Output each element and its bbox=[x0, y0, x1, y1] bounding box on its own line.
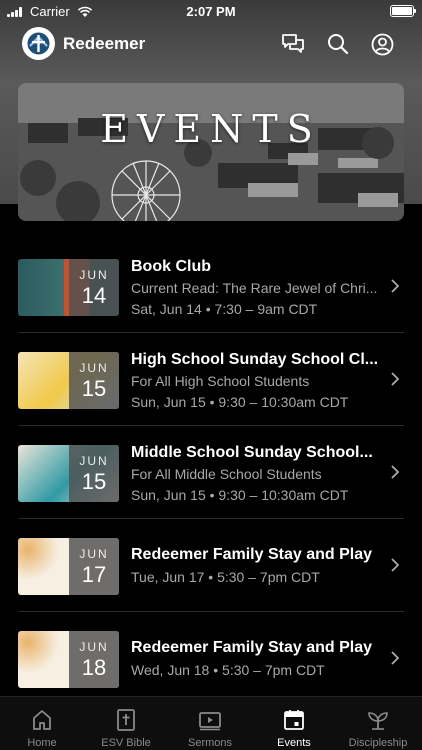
bible-icon bbox=[117, 709, 135, 731]
tab-sermons[interactable]: Sermons bbox=[168, 697, 252, 750]
date-month: JUN bbox=[79, 361, 109, 375]
event-thumbnail: JUN 15 bbox=[18, 352, 119, 409]
tab-bar: Home ESV Bible Sermons Events Disciplesh… bbox=[0, 696, 422, 750]
chevron-right-icon bbox=[391, 372, 400, 386]
date-badge: JUN 17 bbox=[69, 538, 119, 595]
event-subtitle: For All High School Students bbox=[131, 373, 310, 389]
chevron-right-icon bbox=[391, 279, 400, 293]
status-bar: Carrier 2:07 PM bbox=[0, 0, 422, 22]
date-month: JUN bbox=[79, 640, 109, 654]
event-row[interactable]: JUN 17 Redeemer Family Stay and Play Tue… bbox=[0, 519, 422, 612]
date-day: 14 bbox=[81, 283, 107, 308]
calendar-icon bbox=[284, 710, 304, 730]
event-thumbnail: JUN 14 bbox=[18, 259, 119, 316]
event-time: Wed, Jun 18 • 5:30 – 7pm CDT bbox=[131, 662, 325, 678]
event-time: Sun, Jun 15 • 9:30 – 10:30am CDT bbox=[131, 487, 349, 503]
date-month: JUN bbox=[79, 547, 109, 561]
event-thumbnail: JUN 17 bbox=[18, 538, 119, 595]
event-title: Middle School Sunday School... bbox=[131, 444, 373, 461]
date-badge: JUN 15 bbox=[69, 445, 119, 502]
status-time: 2:07 PM bbox=[186, 4, 236, 19]
date-month: JUN bbox=[79, 268, 109, 282]
search-icon[interactable] bbox=[325, 31, 351, 57]
date-badge: JUN 14 bbox=[69, 259, 119, 316]
date-day: 18 bbox=[81, 655, 107, 680]
sprout-icon bbox=[368, 712, 388, 730]
fair-photo bbox=[18, 83, 404, 221]
event-time: Sat, Jun 14 • 7:30 – 9am CDT bbox=[131, 301, 318, 317]
event-title: Redeemer Family Stay and Play bbox=[131, 546, 372, 563]
church-logo[interactable] bbox=[22, 27, 55, 60]
event-thumbnail: JUN 15 bbox=[18, 445, 119, 502]
date-badge: JUN 18 bbox=[69, 631, 119, 688]
event-row[interactable]: JUN 15 High School Sunday School Cl... F… bbox=[0, 333, 422, 426]
event-subtitle: Current Read: The Rare Jewel of Chri... bbox=[131, 280, 378, 296]
tab-events[interactable]: Events bbox=[252, 697, 336, 750]
app-header: Redeemer bbox=[0, 25, 422, 63]
event-title: Book Club bbox=[131, 258, 211, 275]
event-time: Tue, Jun 17 • 5:30 – 7pm CDT bbox=[131, 569, 320, 585]
event-row[interactable]: JUN 15 Middle School Sunday School... Fo… bbox=[0, 426, 422, 519]
tab-label: Sermons bbox=[187, 737, 233, 749]
tab-esv-bible[interactable]: ESV Bible bbox=[84, 697, 168, 750]
home-icon bbox=[33, 710, 51, 730]
tab-label: Discipleship bbox=[348, 737, 408, 749]
event-title: High School Sunday School Cl... bbox=[131, 351, 379, 368]
date-month: JUN bbox=[79, 454, 109, 468]
tab-label: Events bbox=[277, 737, 311, 749]
event-title: Redeemer Family Stay and Play bbox=[131, 639, 372, 656]
event-row[interactable]: JUN 18 Redeemer Family Stay and Play Wed… bbox=[0, 612, 422, 705]
event-row[interactable]: JUN 14 Book Club Current Read: The Rare … bbox=[0, 240, 422, 333]
app-title: Redeemer bbox=[63, 34, 146, 53]
date-day: 15 bbox=[81, 469, 107, 494]
date-day: 17 bbox=[81, 562, 107, 587]
chevron-right-icon bbox=[391, 558, 400, 572]
events-banner: EVENTS bbox=[18, 83, 404, 221]
tab-label: ESV Bible bbox=[101, 737, 151, 749]
logo-icon bbox=[27, 32, 50, 55]
date-day: 15 bbox=[81, 376, 107, 401]
tab-label: Home bbox=[27, 737, 57, 749]
chevron-right-icon bbox=[391, 651, 400, 665]
event-thumbnail: JUN 18 bbox=[18, 631, 119, 688]
battery-icon bbox=[390, 5, 416, 17]
event-time: Sun, Jun 15 • 9:30 – 10:30am CDT bbox=[131, 394, 349, 410]
chevron-right-icon bbox=[391, 465, 400, 479]
chat-icon[interactable] bbox=[280, 31, 306, 57]
event-list: JUN 14 Book Club Current Read: The Rare … bbox=[0, 240, 422, 705]
date-badge: JUN 15 bbox=[69, 352, 119, 409]
event-subtitle: For All Middle School Students bbox=[131, 466, 322, 482]
video-icon bbox=[199, 712, 221, 731]
tab-discipleship[interactable]: Discipleship bbox=[336, 697, 420, 750]
banner-title: EVENTS bbox=[100, 107, 322, 151]
profile-icon[interactable] bbox=[369, 31, 395, 57]
tab-home[interactable]: Home bbox=[0, 697, 84, 750]
